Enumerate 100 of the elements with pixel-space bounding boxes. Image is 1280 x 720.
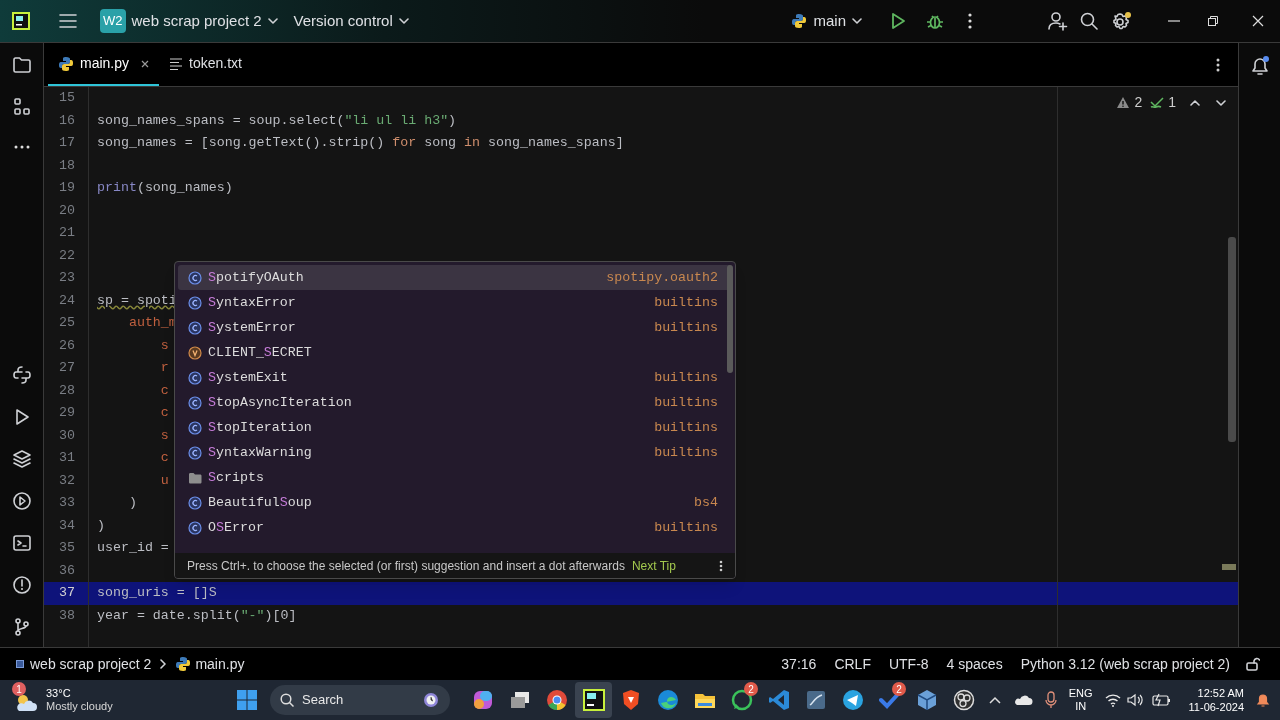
folder-icon[interactable] (11, 55, 32, 75)
line-number: 24 (58, 291, 75, 310)
menu-icon[interactable] (58, 13, 78, 29)
code-line: year = date.split("-")[0] (97, 606, 297, 625)
bug-icon[interactable] (926, 12, 944, 30)
line-number: 29 (58, 404, 75, 423)
completion-item[interactable]: SystemExit builtins (178, 365, 732, 390)
line-number: 30 (58, 426, 75, 445)
chevron-up-icon[interactable] (988, 696, 1001, 704)
completion-item[interactable]: SyntaxError builtins (178, 290, 732, 315)
watch-icon (422, 691, 440, 709)
version-control-dropdown[interactable]: Version control (293, 9, 409, 33)
database-icon[interactable] (804, 689, 827, 711)
layers-icon[interactable] (11, 449, 32, 469)
class-icon (188, 320, 202, 335)
editor-tab[interactable]: token.txt (159, 43, 252, 86)
completion-item[interactable]: Scripts (178, 465, 732, 490)
structure-icon[interactable] (11, 97, 32, 117)
line-number: 32 (58, 471, 75, 490)
chevron-down-icon[interactable] (1216, 99, 1226, 106)
line-number: 25 (58, 314, 75, 333)
check-count: 1 (1168, 93, 1176, 112)
line-number: 27 (58, 359, 75, 378)
line-number: 34 (58, 516, 75, 535)
more-vertical-icon[interactable] (968, 13, 972, 29)
clock[interactable]: 12:52 AM 11-06-2024 (1188, 686, 1244, 714)
code-line: s (159, 336, 169, 355)
line-number: 21 (58, 224, 75, 243)
breadcrumb-item[interactable]: web scrap project 2 (30, 653, 152, 675)
chevron-down-icon (398, 18, 409, 24)
code-line: ) (97, 516, 105, 535)
next-tip-link[interactable]: Next Tip (631, 556, 676, 575)
battery-icon[interactable] (1150, 693, 1171, 707)
python-icon (791, 13, 808, 29)
temperature: 33°C (46, 687, 72, 700)
status-bar-item[interactable]: 4 spaces (946, 653, 1003, 675)
volume-icon[interactable] (1126, 693, 1143, 707)
browser-icon[interactable] (545, 689, 568, 711)
settings-icon[interactable] (1110, 11, 1132, 31)
cube-icon[interactable] (915, 689, 938, 711)
more-vertical-icon[interactable] (1216, 57, 1220, 72)
status-bar-item[interactable]: 37:16 (781, 653, 817, 675)
line-number: 37 (58, 584, 75, 603)
code-line: print(song_names) (97, 179, 233, 198)
completion-item[interactable]: StopAsyncIteration builtins (178, 390, 732, 415)
notification-bell-icon[interactable] (1256, 692, 1270, 708)
code-line: song_names_spans = soup.select("li ul li h3") (97, 111, 457, 130)
wifi-icon[interactable] (1104, 693, 1121, 707)
completion-item[interactable]: BeautifulSoup bs4 (178, 490, 732, 515)
line-number: 31 (58, 449, 75, 468)
chevron-up-icon[interactable] (1190, 99, 1200, 106)
restore-icon[interactable] (1208, 16, 1218, 26)
problems-icon[interactable] (11, 575, 32, 595)
project-dropdown[interactable]: W2 web scrap project 2 (98, 6, 280, 36)
cloud-icon[interactable] (1012, 694, 1033, 706)
line-number: 16 (58, 111, 75, 130)
terminal-icon[interactable] (11, 533, 32, 553)
services-icon[interactable] (11, 491, 32, 511)
completion-item[interactable]: SystemError builtins (178, 315, 732, 340)
text-file-icon (169, 57, 184, 70)
line-number: 36 (58, 561, 75, 580)
completion-item[interactable]: CLIENT_SECRET (178, 340, 732, 365)
paper-plane-icon[interactable] (841, 689, 864, 711)
completion-item[interactable]: OSError builtins (178, 515, 732, 540)
taskbar-search-field[interactable]: Search (270, 685, 450, 715)
project-badge: W2 (100, 9, 126, 33)
class-icon (188, 370, 202, 385)
folder-icon (188, 470, 202, 485)
line-number: 28 (58, 381, 75, 400)
browser-icon[interactable] (656, 689, 679, 711)
windows-icon[interactable] (508, 689, 531, 711)
class-icon (188, 520, 202, 535)
line-number: 20 (58, 201, 75, 220)
breadcrumb-item[interactable]: main.py (195, 653, 245, 675)
ide-icon[interactable] (582, 689, 605, 711)
run-configuration-dropdown[interactable]: main (791, 9, 862, 33)
code-editor-icon[interactable] (767, 689, 790, 711)
search-icon[interactable] (1080, 12, 1098, 30)
code-line: ) (127, 494, 137, 513)
microphone-icon[interactable] (1044, 691, 1057, 709)
record-icon[interactable] (952, 689, 975, 711)
completion-item[interactable]: SyntaxWarning builtins (178, 440, 732, 465)
python-icon (58, 55, 74, 72)
lock-icon[interactable] (1246, 657, 1260, 671)
language-indicator[interactable]: ENG IN (1068, 687, 1093, 713)
run-icon[interactable] (890, 12, 906, 30)
chevron-down-icon (267, 18, 278, 24)
start-icon[interactable] (236, 689, 258, 711)
status-bar-item[interactable]: UTF-8 (888, 653, 929, 675)
completion-item[interactable]: StopIteration builtins (178, 415, 732, 440)
add-user-icon[interactable] (1048, 11, 1068, 31)
code-line: song_names = [song.getText().strip() for song in song_names_spans] (97, 134, 624, 153)
close-icon[interactable] (141, 59, 150, 68)
python-console-icon[interactable] (11, 365, 32, 385)
status-bar-item[interactable]: CRLF (834, 653, 871, 675)
more-vertical-icon[interactable] (719, 559, 723, 572)
colorful-app-icon[interactable] (471, 689, 494, 711)
code-line: r (159, 359, 169, 378)
status-bar-item[interactable]: Python 3.12 (web scrap project 2) (1020, 653, 1230, 675)
line-number: 26 (58, 336, 75, 355)
